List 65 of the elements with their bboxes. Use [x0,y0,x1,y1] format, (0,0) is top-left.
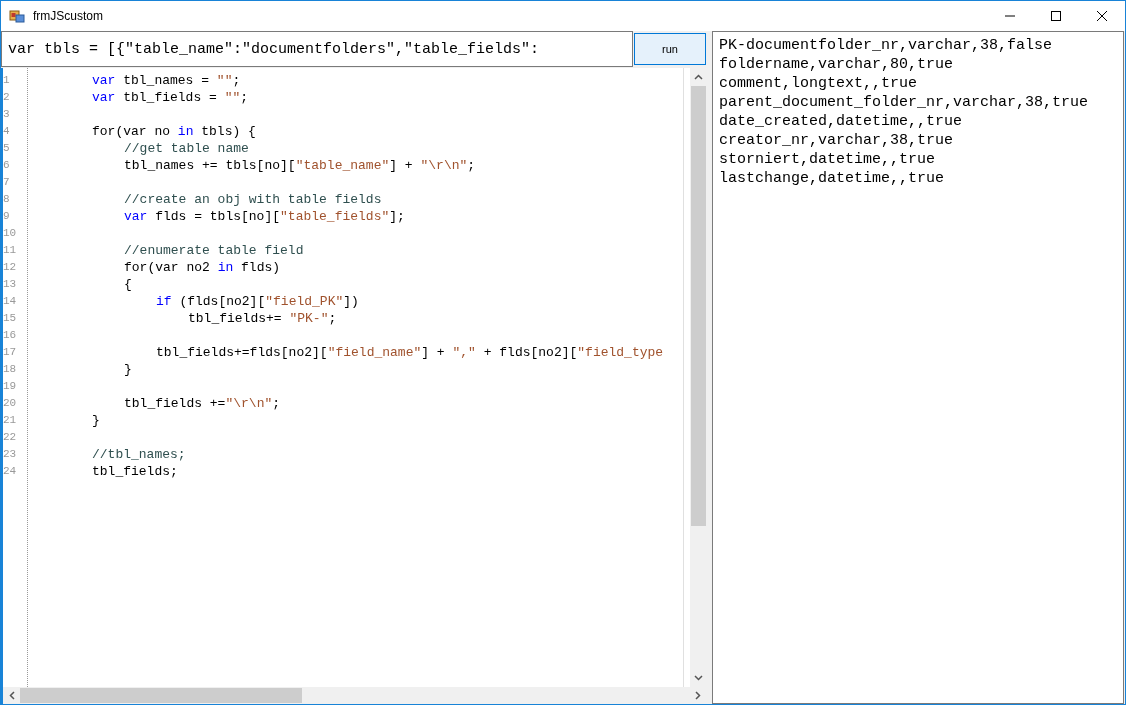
code-line: //get table name [124,141,249,156]
code-line: { [124,277,132,292]
output-line: storniert,datetime,,true [719,151,936,168]
line-number: 1 [3,74,10,86]
code-line: tbl_fields; [92,464,178,479]
maximize-icon [1050,10,1062,22]
scroll-down-icon[interactable] [694,675,703,681]
line-number: 18 [3,363,17,375]
run-button[interactable]: run [634,33,706,65]
script-input-field[interactable]: var tbls = [{"table_name":"documentfolders","table_fields": [1,31,633,67]
code-line: //create an obj with table fields [124,192,382,207]
line-number: 10 [3,227,17,239]
line-number: 5 [3,142,10,154]
code-line: } [92,413,100,428]
code-line: //tbl_names; [92,447,186,462]
output-textbox[interactable] [712,31,1124,704]
scrollbar-thumb[interactable] [691,86,706,526]
line-number: 16 [3,329,17,341]
line-number: 15 [3,312,17,324]
code-line: var tbl_fields = ""; [92,90,249,105]
output-line: PK-documentfolder_nr,varchar,38,false [719,37,1053,54]
line-number: 22 [3,431,17,443]
output-line: date_created,datetime,,true [719,113,963,130]
line-number: 14 [3,295,17,307]
line-number: 7 [3,176,10,188]
code-line: tbl_fields +="\r\n"; [124,396,281,411]
output-line: creator_nr,varchar,38,true [719,132,954,149]
line-number: 21 [3,414,17,426]
scrollbar-thumb[interactable] [20,688,302,703]
code-line: tbl_fields+= "PK-"; [188,311,337,326]
code-line: if (flds[no2]["field_PK"]) [156,294,359,309]
horizontal-scrollbar[interactable] [3,687,707,704]
line-number: 19 [3,380,17,392]
line-number: 13 [3,278,17,290]
code-line: tbl_fields+=flds[no2]["field_name"] + "," + flds[no2]["field_type [156,345,664,360]
code-line: for(var no in tbls) { [92,124,256,139]
code-line: } [124,362,132,377]
line-number: 20 [3,397,17,409]
line-number: 23 [3,448,17,460]
line-number: 8 [3,193,10,205]
close-icon [1096,10,1108,22]
line-number: 17 [3,346,17,358]
scroll-up-icon[interactable] [694,74,703,80]
window-title: frmJScustom [33,9,103,23]
line-number: 11 [3,244,17,256]
output-line: lastchange,datetime,,true [719,170,945,187]
line-number: 3 [3,108,10,120]
code-line: tbl_names += tbls[no]["table_name"] + "\r\n"; [124,158,476,173]
output-line: comment,longtext,,true [719,75,918,92]
line-number: 9 [3,210,10,222]
line-number: 6 [3,159,10,171]
line-number: 12 [3,261,17,273]
line-number: 2 [3,91,10,103]
code-line: for(var no2 in flds) [124,260,281,275]
vertical-scrollbar[interactable] [690,68,707,687]
window-app-icon [9,8,25,24]
scroll-right-icon[interactable] [695,691,701,700]
scroll-left-icon[interactable] [9,691,15,700]
output-line: foldername,varchar,80,true [719,56,954,73]
line-number: 24 [3,465,17,477]
code-line: //enumerate table field [124,243,304,258]
code-line: var flds = tbls[no]["table_fields"]; [124,209,405,224]
code-line: var tbl_names = ""; [92,73,241,88]
output-line: parent_document_folder_nr,varchar,38,true [719,94,1089,111]
line-number: 4 [3,125,10,137]
